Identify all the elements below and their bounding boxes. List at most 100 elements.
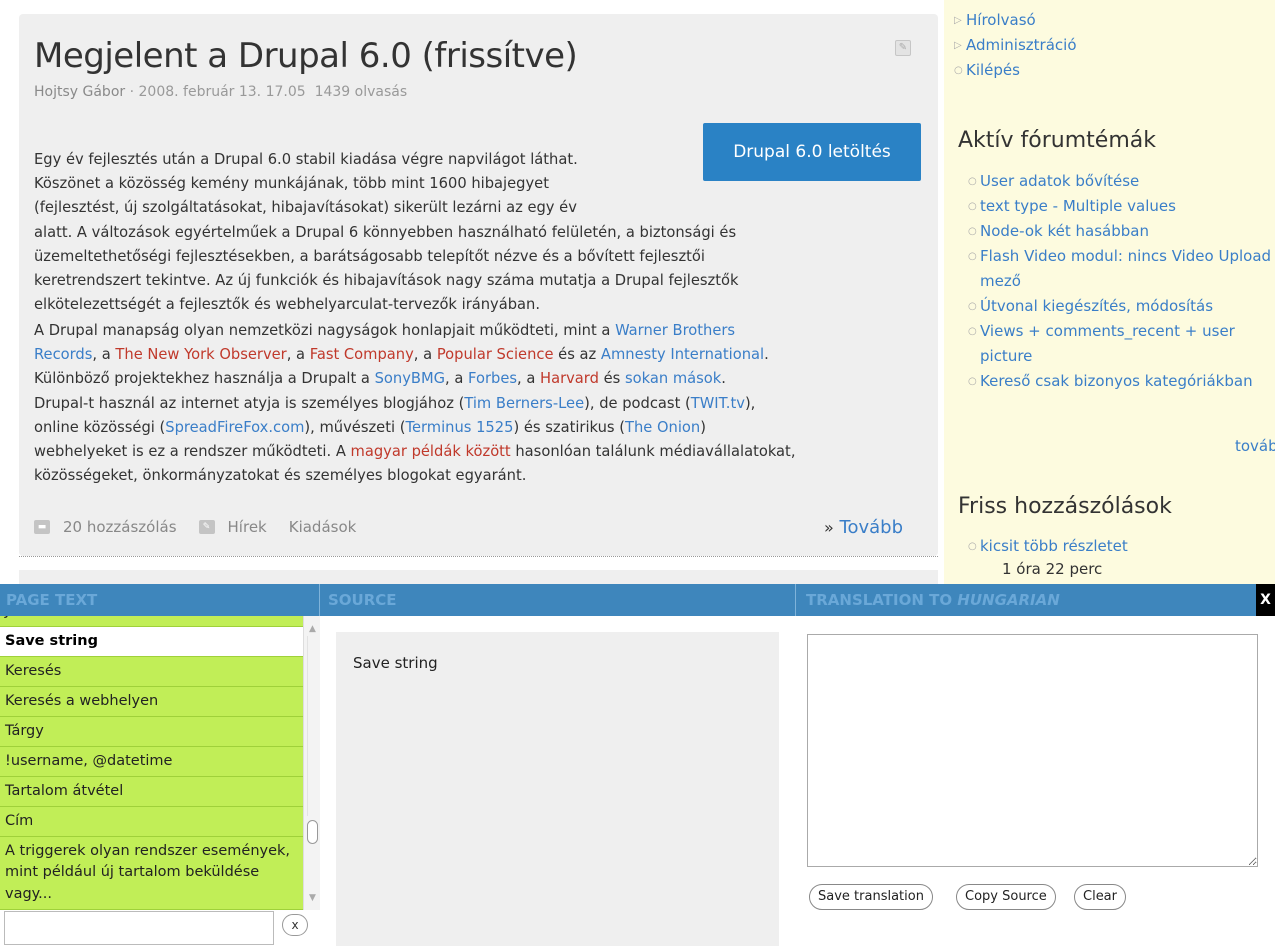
- intro-line: elkötelezettségét a fejlesztők és webhel…: [34, 296, 541, 314]
- menu-item-logout[interactable]: ○ Kilépés: [944, 58, 1077, 83]
- bullet-icon: ○: [968, 301, 977, 312]
- string-item[interactable]: !username, @datetime: [0, 747, 303, 777]
- link-the-onion[interactable]: The Onion: [625, 419, 700, 436]
- string-item[interactable]: Tárgy: [0, 717, 303, 747]
- text: .: [721, 370, 726, 388]
- string-item[interactable]: Keresés: [0, 657, 303, 687]
- link-fast-company[interactable]: Fast Company: [310, 346, 414, 363]
- scroll-down-arrow-icon[interactable]: ▼: [309, 893, 316, 903]
- filter-clear-button[interactable]: x: [282, 914, 308, 936]
- recent-comment[interactable]: ○ kicsit több részletet: [958, 534, 1275, 559]
- string-filter-input[interactable]: [4, 911, 274, 945]
- close-button[interactable]: X: [1256, 584, 1275, 616]
- author-link[interactable]: Hojtsy Gábor: [34, 84, 125, 100]
- link-new-york-observer[interactable]: The New York Observer: [115, 346, 286, 363]
- menu-item-label[interactable]: Hírolvasó: [966, 11, 1036, 29]
- comments-block-title: Friss hozzászólások: [958, 494, 1172, 519]
- text: , a: [517, 370, 541, 388]
- comments-link[interactable]: 20 hozzászólás: [63, 518, 177, 536]
- forum-topic[interactable]: ○ Views + comments_recent + user picture: [958, 319, 1275, 369]
- link-popular-science[interactable]: Popular Science: [437, 346, 554, 363]
- string-item[interactable]: A triggerek olyan rendszer események, mi…: [0, 837, 303, 910]
- menu-item-label[interactable]: Kilépés: [966, 61, 1020, 79]
- translation-textarea[interactable]: [807, 634, 1258, 867]
- string-list-scrollbar[interactable]: ▲ ▼: [303, 616, 320, 910]
- link-twit[interactable]: TWIT.tv: [691, 395, 745, 412]
- link-warner-brothers[interactable]: Warner Brothers: [615, 322, 735, 339]
- source-text: Save string: [353, 654, 438, 672]
- recent-comments-list: ○ kicsit több részletet: [958, 534, 1275, 559]
- forum-topic[interactable]: ○ User adatok bővítése: [958, 169, 1275, 194]
- menu-item-label[interactable]: Adminisztráció: [966, 36, 1077, 54]
- string-item-selected[interactable]: Save string: [0, 627, 303, 657]
- forum-topic[interactable]: ○ Kereső csak bizonyos kategóriákban: [958, 369, 1275, 394]
- string-item[interactable]: Cím: [0, 807, 303, 837]
- source-box: Save string: [336, 632, 779, 946]
- next-article-edge: [19, 570, 938, 584]
- intro-line: (fejlesztést, új szolgáltatásokat, hibaj…: [34, 199, 577, 217]
- scrollbar-thumb[interactable]: [307, 820, 318, 844]
- forum-topic-link[interactable]: Flash Video modul: nincs Video Upload me…: [980, 247, 1271, 290]
- link-spreadfirefox[interactable]: SpreadFireFox.com: [165, 419, 304, 436]
- text: Különböző projektekhez használja a Drupa…: [34, 370, 375, 388]
- link-harvard[interactable]: Harvard: [540, 370, 599, 387]
- forum-topic-link[interactable]: Node-ok két hasábban: [980, 222, 1149, 240]
- forum-topic-link[interactable]: Útvonal kiegészítés, módosítás: [980, 297, 1213, 315]
- sidebar: ▷ Hírolvasó ▷ Adminisztráció ○ Kilépés Aktí…: [944, 0, 1275, 584]
- forum-topic[interactable]: ○ Útvonal kiegészítés, módosítás: [958, 294, 1275, 319]
- string-item[interactable]: Keresés a webhelyen: [0, 687, 303, 717]
- tag-icon: ✎: [198, 520, 215, 534]
- link-sonybmg[interactable]: SonyBMG: [375, 370, 445, 387]
- text: ), de podcast (: [584, 394, 691, 412]
- link-terminus[interactable]: Terminus 1525: [405, 419, 513, 436]
- link-others[interactable]: sokan mások: [625, 370, 721, 387]
- text: hasonlóan találunk médiavállalatokat,: [510, 443, 796, 461]
- forum-topic-link[interactable]: Kereső csak bizonyos kategóriákban: [980, 372, 1253, 390]
- intro-line: keretrendszert tekintve. Az új funkciók …: [34, 272, 739, 290]
- article-meta: Hojtsy Gábor · 2008. február 13. 17.05 1…: [34, 84, 407, 100]
- intro-line: alatt. A változások egyértelműek a Drupa…: [34, 223, 737, 241]
- bullet-icon: ○: [968, 376, 977, 387]
- scrollbar-track: [307, 636, 318, 816]
- text: , a: [92, 346, 116, 364]
- tag-news[interactable]: Hírek: [228, 518, 267, 536]
- text: és: [598, 370, 625, 388]
- bullet-icon: ○: [968, 251, 977, 262]
- forum-more-link[interactable]: tovább: [1235, 437, 1275, 455]
- scroll-up-arrow-icon[interactable]: ▲: [309, 624, 316, 634]
- link-amnesty-international[interactable]: Amnesty International: [601, 346, 764, 363]
- link-warner-brothers-records[interactable]: Records: [34, 346, 92, 363]
- forum-topic[interactable]: ○ text type - Multiple values: [958, 194, 1275, 219]
- text: A Drupal manapság olyan nemzetközi nagys…: [34, 322, 616, 339]
- text: Drupal-t használ az internet atyja is sz…: [34, 394, 465, 412]
- clear-button[interactable]: Clear: [1074, 884, 1126, 910]
- forum-topic[interactable]: ○ Node-ok két hasábban: [958, 219, 1275, 244]
- expand-arrow-icon: ▷: [954, 15, 962, 26]
- article-title[interactable]: Megjelent a Drupal 6.0 (frissítve): [34, 36, 578, 76]
- string-item[interactable]: Jobb oldalsáv: [0, 616, 303, 627]
- forum-block-title: Aktív fórumtémák: [958, 128, 1156, 153]
- forum-topic-link[interactable]: text type - Multiple values: [980, 197, 1176, 215]
- edit-icon[interactable]: ✎: [895, 40, 911, 56]
- forum-topic-link[interactable]: User adatok bővítése: [980, 172, 1139, 190]
- save-translation-button[interactable]: Save translation: [809, 884, 933, 910]
- text: , a: [286, 346, 310, 364]
- forum-topic-link[interactable]: Views + comments_recent + user picture: [980, 322, 1235, 365]
- copy-source-button[interactable]: Copy Source: [956, 884, 1056, 910]
- link-magyar-peldak[interactable]: magyar példák között: [351, 443, 511, 460]
- text: , a: [445, 370, 469, 388]
- menu-item-feed-reader[interactable]: ▷ Hírolvasó: [944, 8, 1077, 33]
- forum-topic[interactable]: ○ Flash Video modul: nincs Video Upload m…: [958, 244, 1275, 294]
- string-item[interactable]: Tartalom átvétel: [0, 777, 303, 807]
- menu-item-administration[interactable]: ▷ Adminisztráció: [944, 33, 1077, 58]
- link-tim-berners-lee[interactable]: Tim Berners-Lee: [464, 395, 584, 412]
- article-divider: [19, 556, 938, 557]
- forum-topic-list: ○ User adatok bővítése ○ text type - Multi…: [958, 169, 1275, 394]
- read-more-link[interactable]: » Tovább: [824, 517, 903, 538]
- tag-releases[interactable]: Kiadások: [289, 518, 357, 536]
- text: és az: [553, 346, 601, 364]
- link-forbes[interactable]: Forbes: [468, 370, 517, 387]
- recent-comment-link[interactable]: kicsit több részletet: [980, 537, 1128, 555]
- read-more-label[interactable]: Tovább: [840, 517, 903, 538]
- raquo-glyph: »: [824, 518, 834, 537]
